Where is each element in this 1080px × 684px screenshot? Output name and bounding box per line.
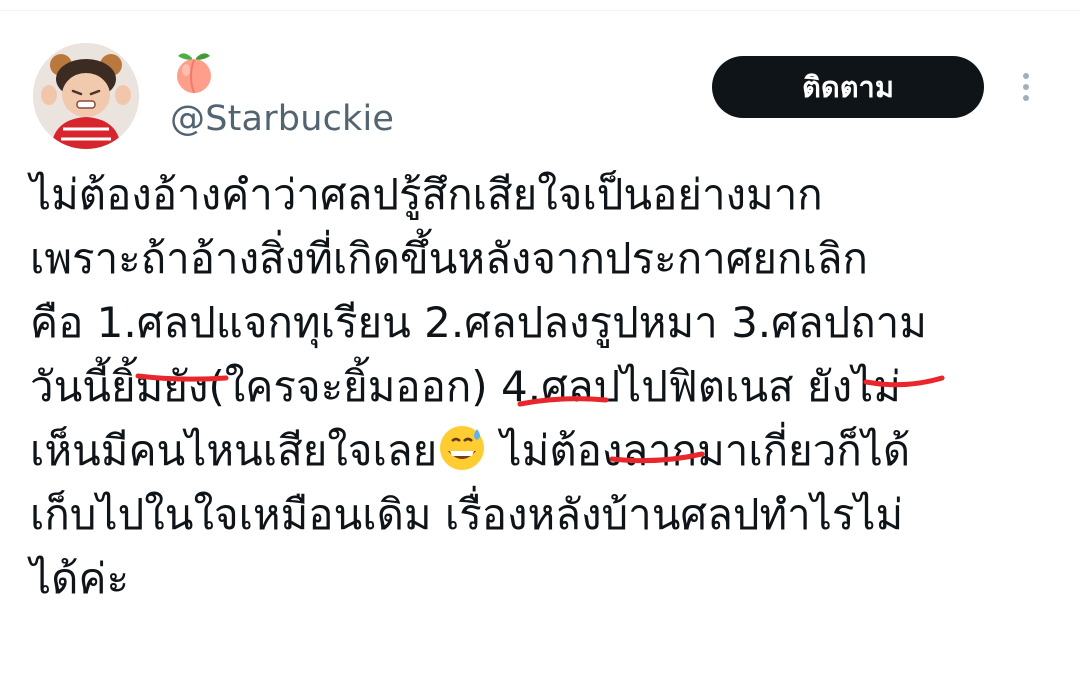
tweet-line: คือ 1.ศลปแจกทุเรียน 2.ศลปลงรูปหมา 3.ศลปถ… xyxy=(30,298,927,347)
follow-button[interactable]: ติดตาม xyxy=(712,56,984,118)
user-handle[interactable]: @Starbuckie xyxy=(170,99,394,139)
more-options-icon[interactable] xyxy=(1014,68,1038,108)
grinning-sweat-emoji-icon xyxy=(440,426,485,470)
tweet-line: เก็บไปในใจเหมือนเดิม เรื่องหลังบ้านศลปทำ… xyxy=(30,490,904,539)
avatar[interactable] xyxy=(33,43,139,149)
peach-emoji-icon xyxy=(177,53,211,94)
tweet-line-with-emoji: เห็นมีคนไหนเสียใจเลย ไม่ต้องลากมาเกี่ยวก… xyxy=(30,419,1070,483)
tweet-line-part: เห็นมีคนไหนเสียใจเลย xyxy=(30,426,438,475)
tweet-line: ได้ค่ะ xyxy=(30,554,130,603)
tweet-line: เพราะถ้าอ้างสิ่งที่เกิดขึ้นหลังจากประกาศ… xyxy=(30,234,868,283)
tweet-line: วันนี้ยิ้มยัง(ใครจะยิ้มออก) 4.ศลปไปฟิตเน… xyxy=(30,362,901,411)
tweet-line: ไม่ต้องอ้างคำว่าศลปรู้สึกเสียใจเป็นอย่าง… xyxy=(30,170,823,219)
tweet-text: ไม่ต้องอ้างคำว่าศลปรู้สึกเสียใจเป็นอย่าง… xyxy=(30,163,1070,611)
tweet-line-part: ไม่ต้องลากมาเกี่ยวก็ได้ xyxy=(500,426,911,475)
top-divider xyxy=(0,0,1080,11)
